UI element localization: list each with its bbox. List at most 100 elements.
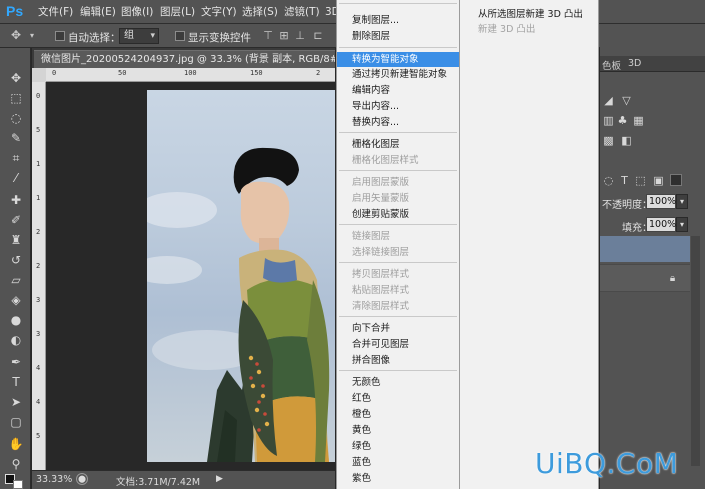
menu-item-create-clipping-mask[interactable]: 创建剪贴蒙版 xyxy=(337,207,459,222)
menu-image[interactable]: 图像(I) xyxy=(121,5,153,19)
move-tool-icon[interactable]: ✥ xyxy=(8,70,24,86)
status-info-icon[interactable]: ⬤ xyxy=(76,473,88,485)
fill-dropdown-icon[interactable]: ▾ xyxy=(676,217,688,232)
chevron-down-icon[interactable]: ▾ xyxy=(26,30,38,42)
filter-toggle-icon[interactable] xyxy=(670,174,682,186)
filter-pixel-icon[interactable]: ◌ xyxy=(602,174,615,187)
menu-item-duplicate-layer[interactable]: 复制图层... xyxy=(337,13,459,28)
healing-brush-tool-icon[interactable]: ✚ xyxy=(8,192,24,208)
paint-bucket-tool-icon[interactable]: ◈ xyxy=(8,292,24,308)
posterize-icon[interactable]: ◧ xyxy=(620,134,633,147)
align-left-icon[interactable]: ⊏ xyxy=(312,30,324,42)
shape-tool-icon[interactable]: ▢ xyxy=(8,414,24,430)
zoom-level[interactable]: 33.33% xyxy=(36,474,72,485)
clone-stamp-tool-icon[interactable]: ♜ xyxy=(8,232,24,248)
panel-tab-row: 色板 3D xyxy=(600,56,705,72)
menu-item-merge-down[interactable]: 向下合并 xyxy=(337,321,459,336)
auto-select-checkbox[interactable] xyxy=(55,31,65,41)
menu-item-edit-contents[interactable]: 编辑内容 xyxy=(337,83,459,98)
opacity-label: 不透明度： xyxy=(602,200,652,211)
channel-mixer-icon[interactable]: ♣ xyxy=(616,114,629,127)
menu-item-rasterize-layer[interactable]: 栅格化图层 xyxy=(337,137,459,152)
ruler-tick: 100 xyxy=(184,69,197,77)
filter-shape-icon[interactable]: ⬚ xyxy=(634,174,647,187)
brush-tool-icon[interactable]: ✐ xyxy=(8,212,24,228)
zoom-tool-icon[interactable]: ⚲ xyxy=(8,456,24,472)
crop-tool-icon[interactable]: ⌗ xyxy=(8,150,24,166)
selective-color-icon[interactable]: ▥ xyxy=(602,114,615,127)
menu-item-color-green[interactable]: 绿色 xyxy=(337,439,459,454)
ruler-tick: 4 xyxy=(36,364,41,372)
ruler-tick: 5 xyxy=(36,126,41,134)
dodge-tool-icon[interactable]: ◐ xyxy=(8,332,24,348)
filter-type-icon[interactable]: T xyxy=(618,174,631,187)
menu-item-replace-contents[interactable]: 替换内容... xyxy=(337,115,459,130)
tab-swatches[interactable]: 色板 xyxy=(602,58,621,72)
move-tool-icon[interactable]: ✥ xyxy=(10,29,22,41)
triangle-down-icon[interactable]: ▽ xyxy=(620,94,633,107)
fill-input[interactable]: 100% xyxy=(646,217,676,232)
history-brush-tool-icon[interactable]: ↺ xyxy=(8,252,24,268)
lasso-tool-icon[interactable]: ◌ xyxy=(8,110,24,126)
layer-row[interactable]: 🔒︎ xyxy=(600,264,690,292)
ruler-tick: 3 xyxy=(36,330,41,338)
align-middle-icon[interactable]: ⊞ xyxy=(278,30,290,42)
tab-3d[interactable]: 3D xyxy=(628,58,641,69)
menu-layer[interactable]: 图层(L) xyxy=(160,5,195,19)
menu-item-rasterize-layer-style: 栅格化图层样式 xyxy=(352,155,419,166)
menu-item-clear-layer-style: 清除图层样式 xyxy=(352,301,410,312)
menu-item-color-yellow[interactable]: 黄色 xyxy=(337,423,459,438)
opacity-input[interactable]: 100% xyxy=(646,194,676,209)
menu-item-color-violet[interactable]: 紫色 xyxy=(337,471,459,486)
layer-row-selected[interactable] xyxy=(600,236,690,262)
menu-filter[interactable]: 滤镜(T) xyxy=(284,5,320,19)
menu-item-flatten-image[interactable]: 拼合图像 xyxy=(337,353,459,368)
menu-item-new-smart-object-via-copy[interactable]: 通过拷贝新建智能对象 xyxy=(337,67,459,82)
gradient-map-icon[interactable]: ▩ xyxy=(602,134,615,147)
hand-tool-icon[interactable]: ✋ xyxy=(8,436,24,452)
marquee-tool-icon[interactable]: ⬚ xyxy=(8,90,24,106)
levels-icon[interactable]: ◢ xyxy=(602,94,615,107)
ruler-tick: 2 xyxy=(36,262,41,270)
auto-select-dropdown[interactable]: 组 xyxy=(119,28,159,44)
menu-item-export-contents[interactable]: 导出内容... xyxy=(337,99,459,114)
menu-item-paste-layer-style: 粘贴图层样式 xyxy=(352,285,410,296)
transform-controls-checkbox[interactable] xyxy=(175,31,185,41)
menu-item-color-red[interactable]: 红色 xyxy=(337,391,459,406)
ruler-tick: 0 xyxy=(52,69,57,77)
menu-type[interactable]: 文字(Y) xyxy=(201,5,237,19)
eyedropper-tool-icon[interactable]: ⁄ xyxy=(8,170,24,186)
filter-smart-object-icon[interactable]: ▣ xyxy=(652,174,665,187)
pen-tool-icon[interactable]: ✒ xyxy=(8,354,24,370)
opacity-dropdown-icon[interactable]: ▾ xyxy=(676,194,688,209)
color-lookup-icon[interactable]: ▦ xyxy=(632,114,645,127)
document-tab[interactable]: 微信图片_20200524204937.jpg @ 33.3% (背景 副本, … xyxy=(34,50,335,68)
menu-item-color-none[interactable]: 无颜色 xyxy=(337,375,459,390)
align-bottom-icon[interactable]: ⊥ xyxy=(294,30,306,42)
menu-item-color-blue[interactable]: 蓝色 xyxy=(337,455,459,470)
photoshop-logo: Ps xyxy=(6,3,24,19)
menu-select[interactable]: 选择(S) xyxy=(242,5,278,19)
menu-separator xyxy=(339,132,457,133)
menu-item-color-orange[interactable]: 橙色 xyxy=(337,407,459,422)
menu-item-merge-visible[interactable]: 合并可见图层 xyxy=(337,337,459,352)
status-arrow-icon[interactable]: ▶ xyxy=(216,474,223,484)
canvas-area[interactable] xyxy=(46,82,335,470)
menu-file[interactable]: 文件(F) xyxy=(38,5,73,19)
background-color-swatch[interactable] xyxy=(13,480,23,489)
align-top-icon[interactable]: ⊤ xyxy=(262,30,274,42)
ruler-tick: 0 xyxy=(36,92,41,100)
menu-item-delete-layer[interactable]: 删除图层 xyxy=(337,29,459,44)
document-image[interactable] xyxy=(147,90,335,462)
menu-item-convert-to-smart-object[interactable]: 转换为智能对象 xyxy=(337,52,459,67)
menu-separator xyxy=(339,170,457,171)
type-tool-icon[interactable]: T xyxy=(8,374,24,390)
eraser-tool-icon[interactable]: ▱ xyxy=(8,272,24,288)
menu-edit[interactable]: 编辑(E) xyxy=(80,5,116,19)
quick-select-tool-icon[interactable]: ✎ xyxy=(8,130,24,146)
blur-tool-icon[interactable]: ● xyxy=(8,312,24,328)
path-select-tool-icon[interactable]: ➤ xyxy=(8,394,24,410)
layers-scrollbar[interactable] xyxy=(691,236,700,466)
menu-item-new-3d-extrusion-from-selected[interactable]: 从所选图层新建 3D 凸出 xyxy=(460,7,599,22)
ruler-tick: 50 xyxy=(118,69,127,77)
